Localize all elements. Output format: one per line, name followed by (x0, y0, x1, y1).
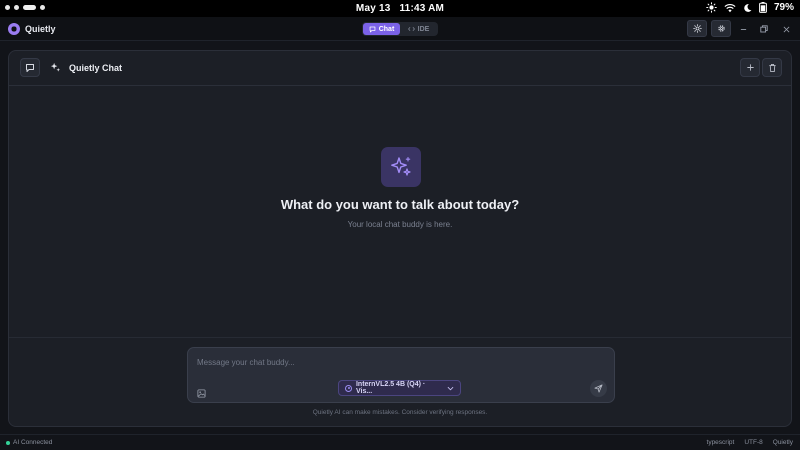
chat-header: Quietly Chat (9, 51, 791, 86)
delete-chat-button[interactable] (762, 58, 782, 77)
attach-button[interactable] (197, 385, 206, 398)
attach-image-icon (197, 389, 206, 398)
gear-icon (717, 25, 725, 32)
settings-button[interactable] (711, 20, 731, 37)
send-icon (594, 384, 603, 393)
chat-bubble-icon (369, 26, 376, 32)
trash-icon (768, 63, 776, 72)
chat-history-icon (26, 63, 34, 72)
battery-percentage: 79% (773, 2, 794, 13)
assistant-sparkle-badge (381, 147, 421, 187)
message-composer: InternVL2.5 4B (Q4) · Vis... (187, 347, 615, 403)
restore-button[interactable] (758, 22, 770, 36)
tab-ide-label: IDE (417, 25, 430, 33)
welcome-subtitle: Your local chat buddy is here. (347, 220, 453, 229)
composer-divider (9, 337, 791, 338)
language-mode[interactable]: typescript (707, 439, 735, 446)
chat-history-button[interactable] (20, 58, 40, 77)
app-logo-icon (8, 23, 20, 35)
chat-panel: Quietly Chat What do you want to talk ab… (8, 50, 792, 427)
moon-icon[interactable] (743, 3, 752, 13)
file-encoding[interactable]: UTF-8 (744, 439, 762, 446)
system-time: 11:43 AM (399, 3, 445, 14)
send-button[interactable] (590, 380, 607, 397)
theme-toggle-button[interactable] (687, 20, 707, 37)
sparkles-icon (391, 156, 411, 176)
welcome-heading: What do you want to talk about today? (280, 197, 520, 212)
tab-ide[interactable]: IDE (400, 23, 437, 35)
new-chat-button[interactable] (740, 58, 760, 77)
model-chip-icon (345, 384, 352, 392)
system-clock[interactable]: May 13 11:43 AM (0, 3, 800, 14)
status-bar: AI Connected typescript UTF-8 Quietly (0, 434, 800, 450)
chat-title: Quietly Chat (69, 63, 123, 73)
model-selector[interactable]: InternVL2.5 4B (Q4) · Vis... (338, 380, 461, 396)
status-app-name: Quietly (772, 439, 793, 446)
system-date: May 13 (355, 3, 391, 14)
sparkles-icon (50, 62, 61, 72)
app-name: Quietly (25, 24, 56, 34)
minimize-icon (740, 28, 746, 30)
restore-icon (760, 25, 768, 33)
system-menu-bar: May 13 11:43 AM 79% (0, 0, 800, 17)
system-status-icons: 79% (706, 2, 794, 13)
connection-status-dot (6, 441, 10, 445)
mode-switcher: Chat IDE (362, 22, 438, 36)
connection-status: AI Connected (13, 439, 53, 446)
code-icon (407, 26, 415, 32)
brightness-icon[interactable] (706, 2, 717, 13)
chevron-down-icon (447, 386, 454, 390)
close-icon (783, 26, 789, 32)
message-input[interactable] (197, 356, 557, 368)
tab-chat-label: Chat (378, 25, 395, 33)
close-window-button[interactable] (780, 22, 792, 36)
ai-disclaimer: Quietly AI can make mistakes. Consider v… (312, 409, 488, 416)
sun-icon (692, 24, 702, 33)
plus-icon (746, 64, 754, 71)
battery-icon[interactable] (759, 2, 767, 13)
wifi-icon[interactable] (724, 3, 736, 13)
app-titlebar: Quietly Chat IDE (0, 17, 800, 41)
model-selector-label: InternVL2.5 4B (Q4) · Vis... (355, 381, 426, 395)
status-right-items: typescript UTF-8 Quietly (707, 439, 793, 446)
minimize-button[interactable] (737, 22, 749, 36)
tab-chat[interactable]: Chat (363, 23, 400, 35)
